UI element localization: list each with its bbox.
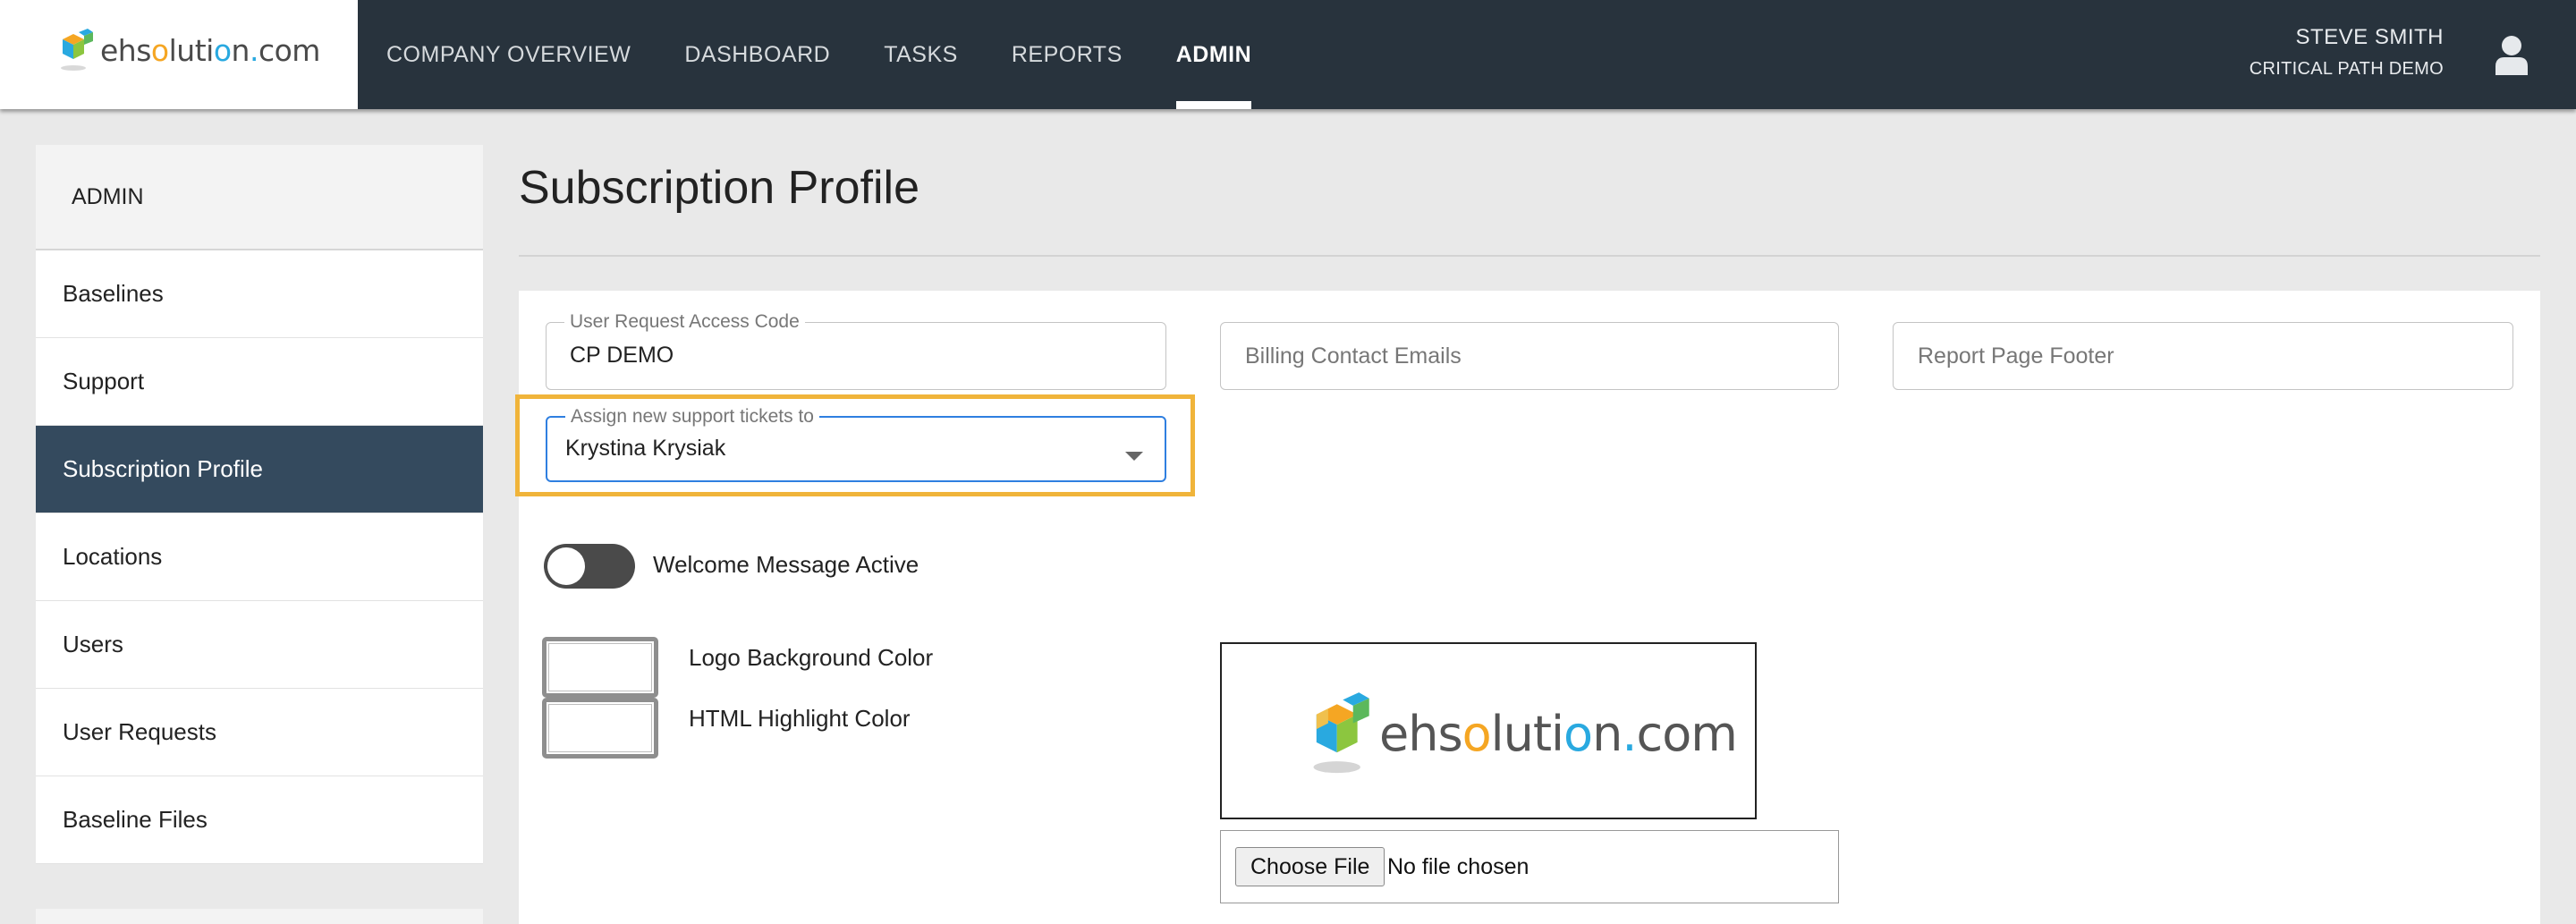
- cube-logo-icon: [61, 29, 93, 71]
- report-footer-input[interactable]: Report Page Footer: [1893, 322, 2513, 390]
- preview-logo: ehsolution.com: [1308, 691, 1738, 776]
- logo-container[interactable]: ehsolution.com: [0, 0, 358, 109]
- sidebar-secondary-panel: [36, 909, 483, 924]
- sidebar-item-subscription-profile[interactable]: Subscription Profile: [36, 426, 483, 513]
- sidebar-item-users[interactable]: Users: [36, 601, 483, 689]
- preview-wordmark: ehsolution.com: [1379, 705, 1738, 762]
- nav-company-overview[interactable]: COMPANY OVERVIEW: [386, 0, 631, 109]
- billing-emails-input[interactable]: Billing Contact Emails: [1220, 322, 1839, 390]
- sidebar-item-baselines[interactable]: Baselines: [36, 250, 483, 338]
- cube-logo-icon: [1313, 692, 1369, 774]
- logo-background-color-label: Logo Background Color: [689, 644, 934, 671]
- nav-tasks[interactable]: TASKS: [884, 0, 958, 109]
- brand-logo: ehsolution.com: [55, 29, 320, 72]
- user-organization: CRITICAL PATH DEMO: [2249, 59, 2444, 79]
- nav-reports[interactable]: REPORTS: [1012, 0, 1123, 109]
- access-code-field[interactable]: User Request Access Code CP DEMO: [546, 310, 1166, 390]
- top-navigation-bar: ehsolution.com COMPANY OVERVIEW DASHBOAR…: [0, 0, 2576, 109]
- html-highlight-color-swatch[interactable]: [542, 698, 658, 759]
- billing-emails-placeholder: Billing Contact Emails: [1245, 343, 1462, 369]
- sidebar-item-support[interactable]: Support: [36, 338, 483, 426]
- access-code-label: User Request Access Code: [564, 310, 805, 334]
- nav-dashboard[interactable]: DASHBOARD: [684, 0, 830, 109]
- sidebar-header: ADMIN: [36, 145, 483, 250]
- user-name: STEVE SMITH: [2295, 25, 2444, 49]
- admin-sidebar: ADMIN Baselines Support Subscription Pro…: [36, 145, 483, 924]
- logo-preview: ehsolution.com: [1220, 642, 1757, 819]
- access-code-value: CP DEMO: [570, 343, 674, 368]
- support-assignee-label: Assign new support tickets to: [565, 405, 819, 428]
- welcome-message-label: Welcome Message Active: [653, 551, 919, 578]
- logo-file-input[interactable]: Choose File No file chosen: [1220, 830, 1839, 903]
- chevron-down-icon[interactable]: [1125, 452, 1143, 461]
- nav-admin[interactable]: ADMIN: [1175, 0, 1252, 109]
- main-nav: COMPANY OVERVIEW DASHBOARD TASKS REPORTS…: [386, 0, 1305, 109]
- sidebar-item-locations[interactable]: Locations: [36, 513, 483, 601]
- user-info[interactable]: STEVE SMITH CRITICAL PATH DEMO: [2250, 25, 2444, 80]
- title-divider: [519, 255, 2540, 257]
- support-assignee-select[interactable]: Assign new support tickets to Krystina K…: [546, 405, 1166, 482]
- toggle-knob: [547, 547, 585, 585]
- sidebar-item-user-requests[interactable]: User Requests: [36, 689, 483, 776]
- page-title: Subscription Profile: [519, 162, 919, 214]
- report-footer-placeholder: Report Page Footer: [1918, 343, 2114, 369]
- html-highlight-color-label: HTML Highlight Color: [689, 705, 911, 732]
- sidebar-item-baseline-files[interactable]: Baseline Files: [36, 776, 483, 864]
- choose-file-button[interactable]: Choose File: [1235, 847, 1385, 886]
- support-assignee-value: Krystina Krysiak: [565, 436, 726, 461]
- file-status-text: No file chosen: [1387, 854, 1530, 879]
- user-icon[interactable]: [2494, 34, 2529, 75]
- logo-background-color-swatch[interactable]: [542, 637, 658, 698]
- logo-wordmark: ehsolution.com: [100, 32, 320, 68]
- welcome-message-toggle[interactable]: [544, 544, 635, 589]
